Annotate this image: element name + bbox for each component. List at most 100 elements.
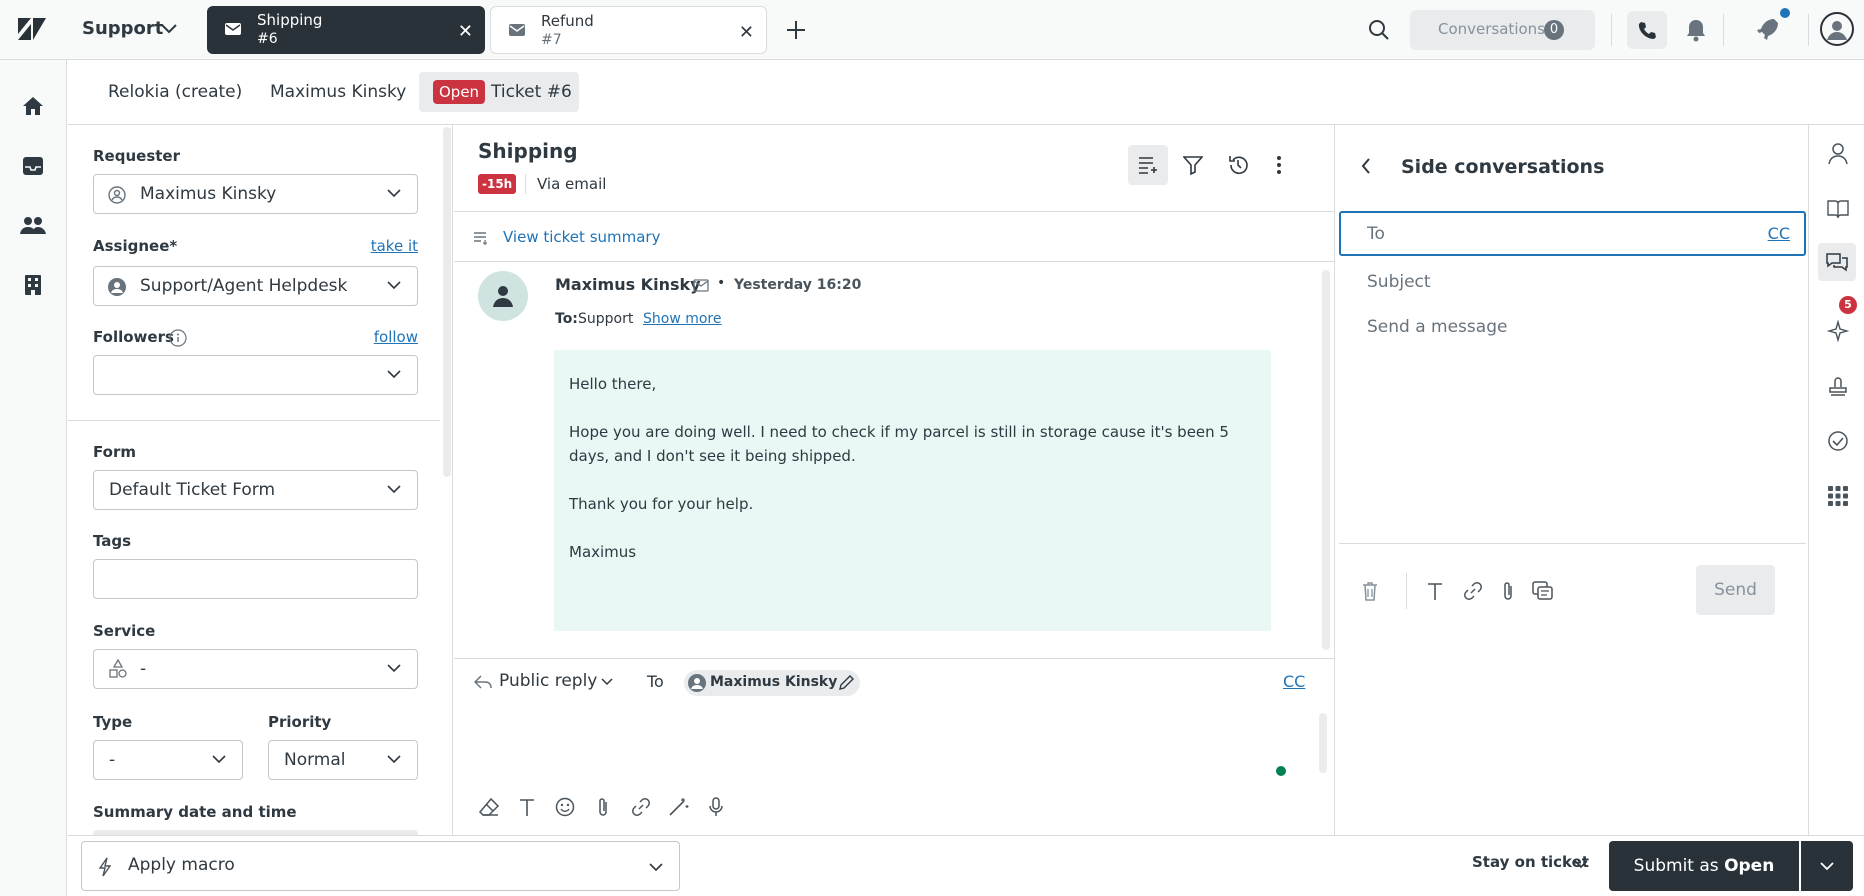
take-it-link[interactable]: take it bbox=[371, 237, 418, 255]
subtab-ticket[interactable]: Open Ticket #6 bbox=[419, 72, 579, 112]
author-avatar[interactable] bbox=[478, 271, 528, 321]
copy-conversation-icon[interactable] bbox=[1530, 578, 1556, 604]
show-more-link[interactable]: Show more bbox=[643, 311, 722, 327]
trash-icon[interactable] bbox=[1357, 578, 1383, 604]
attachment-icon[interactable] bbox=[1495, 578, 1521, 604]
apply-macro-select[interactable]: Apply macro bbox=[81, 841, 680, 891]
email-icon bbox=[693, 279, 709, 292]
organizations-icon[interactable] bbox=[20, 272, 46, 298]
composer-scrollbar[interactable] bbox=[1319, 713, 1327, 773]
service-value: - bbox=[140, 659, 147, 679]
cc-link[interactable]: CC bbox=[1768, 224, 1790, 243]
tab-shipping[interactable]: Shipping #6 ✕ bbox=[207, 6, 485, 54]
search-icon[interactable] bbox=[1368, 19, 1390, 41]
message-author[interactable]: Maximus Kinsky bbox=[555, 275, 701, 294]
requester-value: Maximus Kinsky bbox=[140, 184, 277, 204]
ticket-footer: Apply macro Stay on ticket Submit as Ope… bbox=[68, 835, 1864, 896]
ticket-title[interactable]: Shipping bbox=[478, 139, 578, 163]
add-tab-icon[interactable] bbox=[784, 18, 808, 42]
tab-refund[interactable]: Refund #7 ✕ bbox=[490, 6, 767, 54]
customers-icon[interactable] bbox=[20, 212, 46, 238]
text-format-icon[interactable] bbox=[1422, 578, 1448, 604]
user-profile-icon[interactable] bbox=[1826, 142, 1850, 166]
online-status-dot bbox=[1276, 766, 1286, 776]
microphone-icon[interactable] bbox=[703, 794, 729, 820]
divider bbox=[1339, 543, 1806, 544]
left-nav bbox=[0, 60, 67, 896]
chevron-down-icon bbox=[649, 863, 663, 872]
tags-input[interactable] bbox=[93, 559, 418, 599]
properties-scrollbar[interactable] bbox=[443, 127, 451, 477]
info-icon[interactable] bbox=[169, 329, 187, 347]
history-icon[interactable] bbox=[1227, 154, 1249, 176]
notifications-bell-icon[interactable] bbox=[1685, 18, 1707, 42]
assignee-select[interactable]: Support/Agent Helpdesk bbox=[93, 266, 418, 306]
link-icon[interactable] bbox=[628, 794, 654, 820]
subject-input[interactable]: Subject bbox=[1339, 261, 1806, 305]
to-field[interactable]: To CC bbox=[1339, 211, 1806, 256]
product-switcher[interactable]: Support bbox=[82, 18, 163, 39]
link-icon[interactable] bbox=[1460, 578, 1486, 604]
requester-label: Requester bbox=[93, 147, 180, 165]
conversation-scrollbar[interactable] bbox=[1322, 270, 1330, 650]
reply-textarea[interactable] bbox=[474, 710, 1314, 775]
eraser-icon[interactable] bbox=[476, 794, 502, 820]
requester-select[interactable]: Maximus Kinsky bbox=[93, 174, 418, 214]
apps-grid-icon[interactable] bbox=[1826, 484, 1850, 508]
form-select[interactable]: Default Ticket Form bbox=[93, 470, 418, 510]
followers-label: Followers bbox=[93, 328, 174, 346]
close-icon[interactable]: ✕ bbox=[458, 21, 473, 42]
conversation-log-icon[interactable] bbox=[1128, 145, 1168, 185]
chevron-down-icon[interactable] bbox=[1574, 860, 1588, 869]
zendesk-logo-icon[interactable] bbox=[18, 18, 46, 40]
back-chevron-icon[interactable] bbox=[1361, 158, 1371, 174]
knowledge-book-icon[interactable] bbox=[1826, 197, 1850, 221]
submit-button[interactable]: Submit as Open bbox=[1609, 841, 1799, 891]
agent-avatar-icon bbox=[108, 278, 126, 296]
message-textarea[interactable]: Send a message bbox=[1339, 313, 1806, 563]
check-circle-icon[interactable] bbox=[1826, 429, 1850, 453]
chevron-down-icon[interactable] bbox=[601, 678, 613, 686]
service-label: Service bbox=[93, 622, 156, 640]
text-format-icon[interactable] bbox=[514, 794, 540, 820]
sla-badge: -15h bbox=[478, 174, 517, 194]
follow-link[interactable]: follow bbox=[374, 328, 418, 346]
rocket-icon[interactable] bbox=[1754, 17, 1778, 41]
conversations-count-badge: 0 bbox=[1544, 20, 1564, 40]
send-button[interactable]: Send bbox=[1696, 565, 1775, 615]
followers-select[interactable] bbox=[93, 355, 418, 395]
views-inbox-icon[interactable] bbox=[20, 153, 46, 179]
subtab-user[interactable]: Maximus Kinsky bbox=[270, 72, 406, 112]
submit-options-button[interactable] bbox=[1801, 841, 1853, 891]
side-conversations-tab[interactable] bbox=[1818, 243, 1856, 281]
type-select[interactable]: - bbox=[93, 740, 243, 780]
stamp-icon[interactable] bbox=[1826, 374, 1850, 398]
home-icon[interactable] bbox=[20, 93, 46, 119]
chevron-down-icon[interactable] bbox=[160, 23, 178, 35]
emoji-icon[interactable] bbox=[552, 794, 578, 820]
view-ticket-summary-link[interactable]: View ticket summary bbox=[503, 228, 660, 246]
priority-select[interactable]: Normal bbox=[268, 740, 418, 780]
ticket-properties-panel: Requester Maximus Kinsky Assignee* take … bbox=[68, 125, 453, 835]
reply-mode-select[interactable]: Public reply bbox=[499, 671, 597, 691]
edit-pencil-icon[interactable] bbox=[838, 675, 854, 691]
filter-icon[interactable] bbox=[1183, 155, 1203, 175]
stay-on-ticket-select[interactable]: Stay on ticket bbox=[1472, 853, 1589, 871]
service-select[interactable]: - bbox=[93, 649, 418, 689]
type-value: - bbox=[109, 750, 116, 770]
phone-icon[interactable] bbox=[1627, 11, 1667, 49]
channel-label: Via email bbox=[537, 175, 607, 193]
chevron-down-icon bbox=[387, 281, 401, 290]
recipient-pill[interactable]: Maximus Kinsky bbox=[684, 670, 860, 696]
reply-cc-link[interactable]: CC bbox=[1283, 672, 1305, 691]
conversations-button[interactable]: Conversations 0 bbox=[1410, 10, 1595, 50]
apps-sparkle-icon[interactable] bbox=[1826, 319, 1850, 343]
subtab-organization[interactable]: Relokia (create) bbox=[108, 72, 242, 112]
attachment-icon[interactable] bbox=[590, 794, 616, 820]
magic-wand-icon[interactable] bbox=[666, 794, 692, 820]
close-icon[interactable]: ✕ bbox=[739, 22, 754, 43]
message-paragraph: Hope you are doing well. I need to check… bbox=[569, 423, 1229, 465]
more-options-icon[interactable] bbox=[1276, 155, 1282, 175]
chevron-down-icon bbox=[387, 370, 401, 379]
avatar[interactable] bbox=[1820, 12, 1854, 46]
